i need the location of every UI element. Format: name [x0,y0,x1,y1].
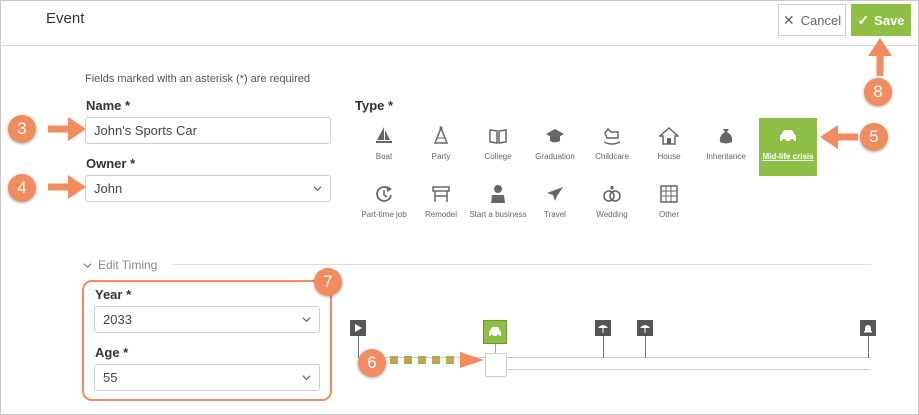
chevron-down-icon [302,375,311,381]
year-select[interactable]: 2033 [94,306,320,333]
type-option-label: Party [431,152,451,161]
callout-badge: 6 [358,349,386,377]
save-button[interactable]: ✓ Save [851,4,911,36]
callout-badge: 4 [8,174,36,202]
marker-stem [358,336,359,358]
type-option-party[interactable]: Party [412,118,470,176]
open-book-icon [469,126,527,146]
bell-icon [864,325,872,333]
callout-badge: 7 [314,268,342,296]
check-icon: ✓ [857,11,870,28]
airplane-icon [526,184,584,204]
dialog-title: Event [46,10,85,27]
sailboat-icon [355,126,413,146]
type-option-wedding[interactable]: Wedding [583,176,641,234]
owner-select[interactable]: John [85,175,331,202]
type-option-label: Childcare [595,152,629,161]
section-divider [173,264,871,265]
timeline-umbrella-marker[interactable] [637,320,653,336]
callout-arrow [820,125,858,149]
type-option-label: Boat [375,152,393,161]
type-option-label: Mid-life crisis [762,152,814,161]
owner-value: John [94,181,123,196]
callout-badge: 3 [8,115,36,143]
cancel-button[interactable]: ✕ Cancel [778,4,846,36]
type-option-college[interactable]: College [469,118,527,176]
type-option-label: Travel [544,210,566,219]
type-option-label: Graduation [535,152,575,161]
house-icon [640,126,698,146]
type-option-label: Wedding [596,210,628,219]
type-option-graduation[interactable]: Graduation [526,118,584,176]
timeline-event-marker[interactable] [483,320,507,344]
money-bag-icon [697,126,755,146]
car-icon [759,126,817,146]
name-input[interactable]: John's Sports Car [85,117,331,144]
dialog-header: Event ✕ Cancel ✓ Save [0,0,919,46]
age-value: 55 [103,370,118,385]
save-label: Save [874,12,905,28]
type-option-boat[interactable]: Boat [355,118,413,176]
type-option-part-time-job[interactable]: Part-time job [355,176,413,234]
type-option-inheritance[interactable]: Inheritance [697,118,755,176]
year-value: 2033 [103,312,132,327]
businessperson-icon [469,184,527,204]
type-option-label: Remodel [424,210,457,219]
type-option-label: House [657,152,681,161]
callout-arrow [48,117,86,141]
callout-arrow [868,38,892,76]
type-option-mid-life-crisis[interactable]: Mid-life crisis [759,118,817,176]
marker-stem [645,336,646,358]
type-option-label: Other [658,210,679,219]
type-option-other[interactable]: Other [640,176,698,234]
edit-timing-label: Edit Timing [98,258,158,272]
age-label: Age * [95,345,129,360]
timeline-end-marker[interactable] [860,320,876,336]
edit-timing-toggle[interactable]: Edit Timing [83,258,157,272]
umbrella-icon [598,325,608,333]
year-label: Year * [95,287,132,302]
part-time-clock-icon [355,184,413,204]
close-icon: ✕ [782,11,795,28]
marker-stem [868,336,869,358]
party-hat-icon [412,126,470,146]
umbrella-icon [640,325,650,333]
type-option-remodel[interactable]: Remodel [412,176,470,234]
name-value: John's Sports Car [94,123,197,138]
chevron-down-icon [83,262,92,268]
type-option-label: Start a business [469,210,527,219]
cancel-label: Cancel [800,12,842,28]
owner-label: Owner * [86,156,136,171]
remodel-icon [412,184,470,204]
callout-badge: 5 [860,123,888,151]
type-option-label: Inheritance [706,152,746,161]
type-option-travel[interactable]: Travel [526,176,584,234]
timeline-track-lower [500,369,870,370]
rocking-horse-icon [583,126,641,146]
graduation-cap-icon [526,126,584,146]
grid-icon [640,184,698,204]
timeline-umbrella-marker[interactable] [595,320,611,336]
rings-icon [583,184,641,204]
name-label: Name * [86,98,131,113]
type-option-label: Part-time job [361,210,407,219]
car-icon [489,327,501,338]
type-option-start-a-business[interactable]: Start a business [469,176,527,234]
age-select[interactable]: 55 [94,364,320,391]
marker-stem [603,336,604,358]
timeline-start-marker[interactable] [350,320,366,336]
chevron-down-icon [313,186,322,192]
type-option-house[interactable]: House [640,118,698,176]
callout-badge: 8 [864,78,892,106]
required-note: Fields marked with an asterisk (*) are r… [85,73,310,85]
type-option-childcare[interactable]: Childcare [583,118,641,176]
play-icon [355,324,362,332]
callout-arrow [48,175,86,199]
chevron-down-icon [302,317,311,323]
type-option-label: College [484,152,512,161]
type-label: Type * [355,98,394,113]
